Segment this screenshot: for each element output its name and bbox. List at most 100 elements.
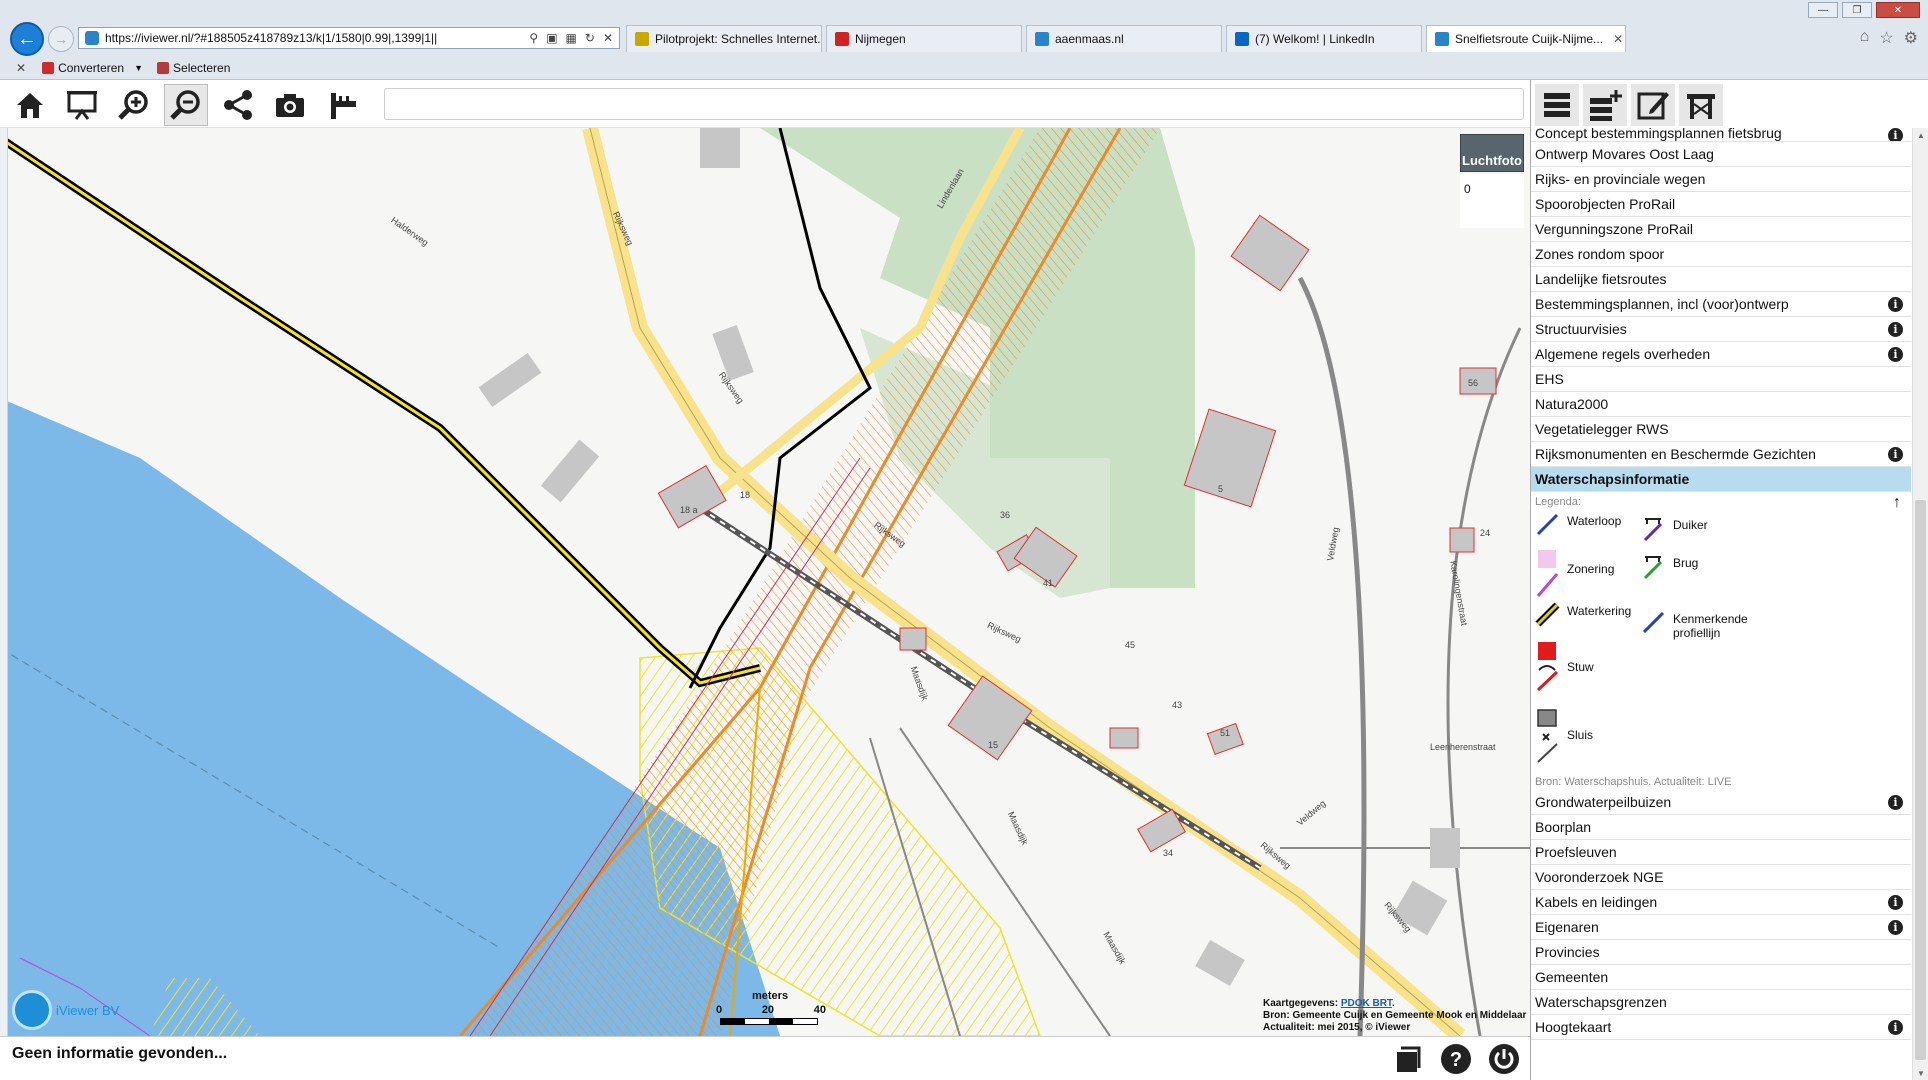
- document-button[interactable]: [1390, 1041, 1426, 1077]
- compat-icon[interactable]: ▦: [566, 31, 577, 45]
- panel-scrollbar[interactable]: ▲ ▼: [1912, 128, 1928, 1080]
- tab-favicon-icon: [635, 32, 649, 46]
- layer-row[interactable]: Kabels en leidingen i: [1531, 890, 1911, 915]
- layer-label: Rijks- en provinciale wegen: [1535, 171, 1706, 187]
- pdok-link[interactable]: PDOK BRT: [1341, 998, 1392, 1009]
- info-icon[interactable]: i: [1888, 795, 1903, 810]
- map-view[interactable]: Halderweg Rijksweg Lindenlaan Rijksweg Rijks…: [0, 128, 1530, 1036]
- info-icon[interactable]: i: [1888, 297, 1903, 312]
- layer-row[interactable]: Waterschapsinformatie: [1531, 467, 1911, 492]
- layer-row[interactable]: Waterschapsgrenzen: [1531, 990, 1911, 1015]
- map-canvas[interactable]: [0, 128, 1530, 1036]
- home-browser-icon[interactable]: ⌂: [1860, 28, 1870, 48]
- screenshot-button[interactable]: [268, 84, 312, 126]
- layer-row[interactable]: Landelijke fietsroutes: [1531, 267, 1911, 292]
- layer-row[interactable]: Structuurvisies i: [1531, 317, 1911, 342]
- layer-row[interactable]: Concept bestemmingsplannen fietsbrug i: [1531, 128, 1911, 142]
- info-icon[interactable]: i: [1888, 128, 1903, 141]
- map-search-input[interactable]: [384, 88, 1524, 120]
- chevron-down-icon[interactable]: ▼: [134, 63, 143, 73]
- command-bar-close-icon[interactable]: ✕: [16, 61, 26, 75]
- legend-source: Bron: Waterschapshuis. Actualiteit: LIVE: [1535, 776, 1732, 788]
- add-layer-button[interactable]: [1583, 84, 1627, 126]
- arrow-up-icon[interactable]: ↑: [1893, 494, 1901, 512]
- convert-button[interactable]: Converteren ▼: [42, 61, 143, 75]
- layer-row[interactable]: Eigenaren i: [1531, 915, 1911, 940]
- measure-button[interactable]: [320, 84, 364, 126]
- zoom-out-button[interactable]: [164, 84, 208, 126]
- close-window-button[interactable]: ✕: [1876, 2, 1920, 18]
- draw-button[interactable]: [1679, 84, 1723, 126]
- select-button[interactable]: Selecteren: [157, 61, 230, 75]
- building-g: [1430, 828, 1460, 868]
- layer-label: Algemene regels overheden: [1535, 346, 1711, 362]
- info-icon[interactable]: i: [1888, 895, 1903, 910]
- brand-logo[interactable]: iViewer BV: [12, 990, 119, 1030]
- layer-label: Structuurvisies: [1535, 321, 1627, 337]
- zoom-in-button[interactable]: [112, 84, 156, 126]
- info-icon[interactable]: i: [1888, 322, 1903, 337]
- edit-button[interactable]: [1631, 84, 1675, 126]
- browser-tab[interactable]: Snelfietsroute Cuijk-Nijme... ✕: [1426, 25, 1626, 52]
- legend-symbol-icon: [1643, 518, 1663, 542]
- maximize-button[interactable]: ❐: [1842, 2, 1872, 18]
- minimize-button[interactable]: —: [1808, 2, 1838, 18]
- browser-tab[interactable]: Nijmegen: [826, 25, 1022, 52]
- layer-row[interactable]: EHS: [1531, 367, 1911, 392]
- layer-row[interactable]: Provincies: [1531, 940, 1911, 965]
- tab-favicon-icon: [1235, 32, 1249, 46]
- info-icon[interactable]: i: [1888, 1020, 1903, 1035]
- house-number: 56: [1468, 378, 1479, 388]
- help-button[interactable]: ?: [1438, 1041, 1474, 1077]
- browser-tab[interactable]: aaenmaas.nl: [1026, 25, 1222, 52]
- back-button[interactable]: ←: [10, 22, 44, 56]
- legend-item: Stuw: [1535, 640, 1594, 692]
- browser-tab[interactable]: Pilotprojekt: Schnelles Internet...: [626, 25, 822, 52]
- layer-row[interactable]: Gemeenten: [1531, 965, 1911, 990]
- share-button[interactable]: [216, 84, 260, 126]
- layer-row[interactable]: Proefsleuven: [1531, 840, 1911, 865]
- search-icon[interactable]: ⚲: [529, 31, 538, 45]
- forward-button[interactable]: →: [48, 26, 74, 52]
- scroll-down-icon[interactable]: ▼: [1913, 1066, 1928, 1080]
- layers-icon: [1544, 93, 1570, 117]
- address-bar[interactable]: https://iviewer.nl/?#188505z418789z13/k|…: [78, 27, 620, 49]
- layer-row[interactable]: Spoorobjecten ProRail: [1531, 192, 1911, 217]
- layer-row[interactable]: Algemene regels overheden i: [1531, 342, 1911, 367]
- building-24: [1449, 527, 1475, 553]
- stop-icon[interactable]: ✕: [603, 31, 613, 45]
- info-icon[interactable]: i: [1888, 920, 1903, 935]
- aerial-photo-button[interactable]: Luchtfoto: [1460, 134, 1524, 172]
- layer-row[interactable]: Zones rondom spoor: [1531, 242, 1911, 267]
- settings-gear-icon[interactable]: ⚙: [1904, 28, 1918, 48]
- power-button[interactable]: [1486, 1041, 1522, 1077]
- layer-label: Spoorobjecten ProRail: [1535, 196, 1676, 212]
- refresh-icon[interactable]: ↻: [585, 31, 595, 45]
- layer-row[interactable]: Rijks- en provinciale wegen: [1531, 167, 1911, 192]
- layer-row[interactable]: Boorplan: [1531, 815, 1911, 840]
- layer-row[interactable]: Natura2000: [1531, 392, 1911, 417]
- scroll-thumb[interactable]: [1915, 500, 1926, 1060]
- layer-row[interactable]: Vegetatielegger RWS: [1531, 417, 1911, 442]
- arrow-left-icon: ←: [17, 27, 37, 50]
- browser-tab[interactable]: (7) Welkom! | LinkedIn: [1226, 25, 1422, 52]
- layer-row[interactable]: Grondwaterpeilbuizen i: [1531, 790, 1911, 815]
- home-button[interactable]: [8, 84, 52, 126]
- info-icon[interactable]: i: [1888, 447, 1903, 462]
- lock-icon[interactable]: ▣: [546, 31, 557, 45]
- layer-row[interactable]: Rijksmonumenten en Beschermde Gezichten i: [1531, 442, 1911, 467]
- layer-row[interactable]: Hoogtekaart i: [1531, 1015, 1911, 1040]
- layer-row[interactable]: Bestemmingsplannen, incl (voor)ontwerp i: [1531, 292, 1911, 317]
- layer-row[interactable]: Vooronderzoek NGE: [1531, 865, 1911, 890]
- presentation-button[interactable]: [60, 84, 104, 126]
- address-text[interactable]: https://iviewer.nl/?#188505z418789z13/k|…: [105, 31, 529, 45]
- layer-row[interactable]: Vergunningszone ProRail: [1531, 217, 1911, 242]
- favorites-star-icon[interactable]: ☆: [1879, 28, 1893, 48]
- layers-button[interactable]: [1535, 84, 1579, 126]
- house-number: 18 a: [680, 505, 698, 515]
- info-icon[interactable]: i: [1888, 347, 1903, 362]
- scroll-up-icon[interactable]: ▲: [1913, 128, 1928, 142]
- tab-close-icon[interactable]: ✕: [1613, 32, 1623, 46]
- layer-row[interactable]: Ontwerp Movares Oost Laag: [1531, 142, 1911, 167]
- house-number: 5: [1218, 484, 1224, 494]
